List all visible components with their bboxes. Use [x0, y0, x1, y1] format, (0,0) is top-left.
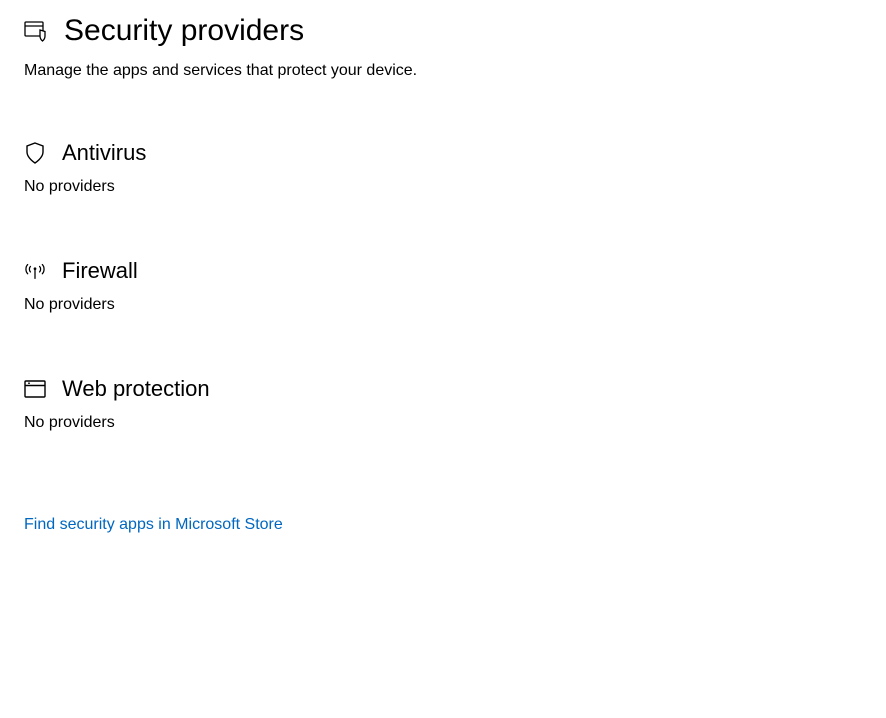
- section-antivirus: Antivirus No providers: [24, 140, 886, 196]
- section-webprotection-header: Web protection: [24, 376, 886, 402]
- section-antivirus-header: Antivirus: [24, 140, 886, 166]
- page-title: Security providers: [64, 14, 304, 48]
- shield-icon: [24, 142, 46, 164]
- section-webprotection: Web protection No providers: [24, 376, 886, 432]
- section-antivirus-status: No providers: [24, 178, 886, 196]
- find-security-apps-link[interactable]: Find security apps in Microsoft Store: [24, 516, 283, 534]
- section-firewall-header: Firewall: [24, 258, 886, 284]
- browser-icon: [24, 378, 46, 400]
- section-firewall: Firewall No providers: [24, 258, 886, 314]
- page-subtitle: Manage the apps and services that protec…: [24, 62, 886, 80]
- security-providers-icon: [24, 19, 48, 43]
- broadcast-icon: [24, 260, 46, 282]
- page-header: Security providers: [24, 14, 886, 48]
- section-webprotection-title: Web protection: [62, 376, 210, 402]
- section-antivirus-title: Antivirus: [62, 140, 146, 166]
- section-firewall-status: No providers: [24, 296, 886, 314]
- section-firewall-title: Firewall: [62, 258, 138, 284]
- section-webprotection-status: No providers: [24, 414, 886, 432]
